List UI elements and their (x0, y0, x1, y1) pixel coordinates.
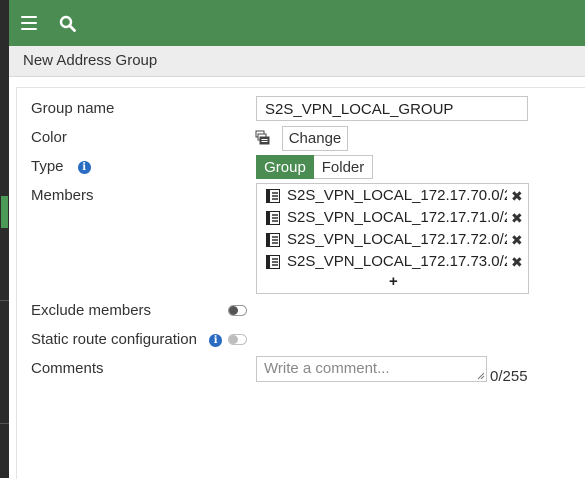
remove-member-icon[interactable]: ✖ (511, 186, 523, 206)
static-route-label: Static route configuration i (31, 331, 223, 348)
members-label: Members (31, 187, 94, 204)
member-item[interactable]: S2S_VPN_LOCAL_172.17.73.0/24 ✖ (266, 252, 526, 272)
resize-grip-icon[interactable] (477, 372, 485, 380)
color-swatch-icon (255, 130, 270, 145)
address-icon (266, 189, 280, 203)
type-label: Type i (31, 158, 91, 175)
exclude-members-toggle[interactable] (228, 305, 247, 316)
member-name: S2S_VPN_LOCAL_172.17.73.0/24 (287, 253, 507, 270)
top-bar (9, 0, 585, 46)
comment-char-counter: 0/255 (490, 368, 528, 385)
add-member-button[interactable]: + (389, 274, 398, 290)
type-label-text: Type (31, 158, 64, 175)
static-route-toggle[interactable] (228, 334, 247, 345)
group-name-label: Group name (31, 100, 115, 117)
comments-placeholder: Write a comment... (264, 360, 390, 377)
remove-member-icon[interactable]: ✖ (511, 230, 523, 250)
nav-divider (0, 423, 9, 424)
hamburger-menu-icon[interactable] (21, 16, 37, 30)
change-color-button[interactable]: Change (282, 126, 348, 151)
search-icon[interactable] (59, 15, 76, 32)
page-header: New Address Group (9, 46, 585, 77)
member-item[interactable]: S2S_VPN_LOCAL_172.17.70.0/24 ✖ (266, 186, 526, 206)
address-icon (266, 233, 280, 247)
member-name: S2S_VPN_LOCAL_172.17.71.0/24 (287, 209, 507, 226)
toggle-knob (229, 306, 238, 315)
member-item[interactable]: S2S_VPN_LOCAL_172.17.72.0/24 ✖ (266, 230, 526, 250)
comments-textarea[interactable]: Write a comment... (256, 356, 487, 382)
info-icon[interactable]: i (77, 160, 91, 174)
toggle-knob (229, 335, 238, 344)
left-navigation-strip (0, 0, 9, 478)
comments-label: Comments (31, 360, 104, 377)
member-item[interactable]: S2S_VPN_LOCAL_172.17.71.0/24 ✖ (266, 208, 526, 228)
nav-active-indicator (1, 196, 8, 228)
page-title: New Address Group (23, 52, 158, 69)
static-route-label-text: Static route configuration (31, 331, 197, 348)
member-name: S2S_VPN_LOCAL_172.17.72.0/24 (287, 231, 507, 248)
type-option-folder[interactable]: Folder (314, 155, 373, 179)
member-name: S2S_VPN_LOCAL_172.17.70.0/24 (287, 187, 507, 204)
info-icon[interactable]: i (209, 333, 223, 347)
exclude-members-label: Exclude members (31, 302, 152, 319)
group-name-input[interactable]: S2S_VPN_LOCAL_GROUP (256, 96, 528, 121)
color-label: Color (31, 129, 67, 146)
address-icon (266, 255, 280, 269)
type-option-group[interactable]: Group (256, 155, 314, 179)
members-list[interactable]: S2S_VPN_LOCAL_172.17.70.0/24 ✖ S2S_VPN_L… (256, 183, 529, 294)
nav-divider (0, 300, 9, 301)
remove-member-icon[interactable]: ✖ (511, 252, 523, 272)
remove-member-icon[interactable]: ✖ (511, 208, 523, 228)
address-icon (266, 211, 280, 225)
